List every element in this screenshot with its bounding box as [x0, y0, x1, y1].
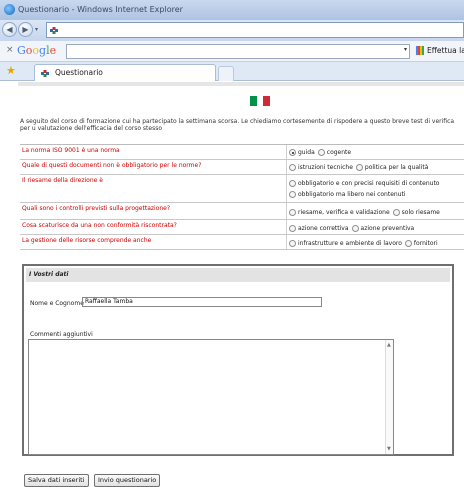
name-input[interactable]: Raffaella Tamba	[82, 297, 322, 307]
answer-options: riesame, verifica e validazione solo rie…	[286, 203, 464, 219]
radio-guida[interactable]	[289, 149, 296, 156]
search-dropdown-icon[interactable]: ▾	[404, 46, 407, 53]
option-label: infrastrutture e ambiente di lavoro	[298, 240, 402, 247]
textarea-scrollbar[interactable]: ▲ ▼	[385, 340, 393, 454]
radio-azione-preventiva[interactable]	[351, 225, 359, 232]
submit-questionnaire-button[interactable]: Invio questionario	[94, 474, 161, 487]
scroll-down-icon[interactable]: ▼	[387, 446, 391, 452]
answer-options-line: infrastrutture e ambiente di lavoro forn…	[289, 240, 438, 247]
radio-riesame-verifica-validazione[interactable]	[289, 209, 296, 216]
save-button[interactable]: Salva dati inseriti	[24, 474, 89, 487]
scroll-up-icon[interactable]: ▲	[387, 342, 391, 348]
google-toolbar: × Google ▾ Effettua la ri	[0, 41, 464, 62]
questionnaire-container: A seguito del corso di formazione cui ha…	[18, 82, 464, 487]
name-label: Nome e Cognome	[30, 300, 84, 307]
option-label: obbligatorio e con precisi requisiti di …	[298, 180, 440, 187]
answer-options: obbligatorio e con precisi requisiti di …	[286, 175, 464, 202]
user-data-panel: I Vostri dati Nome e Cognome Raffaella T…	[22, 264, 454, 456]
comments-textarea[interactable]: ▲ ▼	[28, 339, 394, 455]
translate-button[interactable]: Effettua la ri	[427, 46, 464, 55]
tab-label: Questionario	[55, 68, 103, 77]
question-text: La gestione delle risorse comprende anch…	[22, 237, 152, 244]
ie-logo-icon	[4, 4, 15, 15]
radio-istruzioni-tecniche[interactable]	[289, 164, 296, 171]
answer-options: istruzioni tecniche politica per la qual…	[286, 160, 464, 174]
address-bar[interactable]	[46, 22, 464, 38]
option-label: guida	[298, 149, 315, 156]
question-row-5: Cosa scaturisce da una non conformità ri…	[20, 220, 464, 235]
question-text: Quale di questi documenti non è obbligat…	[22, 162, 202, 169]
new-tab-button[interactable]	[218, 66, 234, 81]
forward-button[interactable]: ▶	[18, 22, 33, 37]
navigation-bar: ◀ ▶ ▾	[0, 20, 464, 41]
questions-table: La norma ISO 9001 è una norma guida coge…	[20, 144, 464, 250]
question-row-2: Quale di questi documenti non è obbligat…	[20, 160, 464, 175]
google-search-input[interactable]	[66, 44, 410, 59]
italian-flag-icon	[250, 96, 271, 106]
history-dropdown-icon[interactable]: ▾	[35, 26, 38, 33]
radio-obbligatorio-libero[interactable]	[289, 191, 296, 198]
question-text: La norma ISO 9001 è una norma	[22, 147, 120, 154]
panel-heading: I Vostri dati	[26, 268, 450, 282]
back-button[interactable]: ◀	[2, 22, 17, 37]
radio-obbligatorio-requisiti[interactable]	[289, 180, 296, 187]
radio-solo-riesame[interactable]	[392, 209, 400, 216]
answer-options: azione correttiva azione preventiva	[286, 220, 464, 234]
question-row-6: La gestione delle risorse comprende anch…	[20, 235, 464, 250]
question-row-3: Il riesame della direzione è obbligatori…	[20, 175, 464, 203]
question-text: Cosa scaturisce da una non conformità ri…	[22, 222, 177, 229]
question-text: Quali sono i controlli previsti sulla pr…	[22, 205, 171, 212]
favorites-star-icon[interactable]: ★	[6, 64, 16, 77]
comments-label: Commenti aggiuntivi	[30, 331, 93, 338]
option-label: obbligatorio ma libero nei contenuti	[298, 191, 406, 198]
question-row-1: La norma ISO 9001 è una norma guida coge…	[20, 145, 464, 160]
question-row-4: Quali sono i controlli previsti sulla pr…	[20, 203, 464, 220]
radio-fornitori[interactable]	[404, 240, 412, 247]
window-title: Questionario - Windows Internet Explorer	[18, 5, 183, 14]
radio-politica-qualita[interactable]	[355, 164, 363, 171]
radio-azione-correttiva[interactable]	[289, 225, 296, 232]
option-label: azione preventiva	[360, 225, 415, 232]
site-favicon-icon	[50, 27, 58, 34]
answer-options: guida cogente	[286, 145, 464, 159]
answer-option-line: obbligatorio e con precisi requisiti di …	[289, 180, 439, 187]
option-label: riesame, verifica e validazione	[298, 209, 390, 216]
option-label: fornitori	[413, 240, 438, 247]
option-label: istruzioni tecniche	[298, 164, 353, 171]
question-text: Il riesame della direzione è	[22, 177, 103, 184]
radio-cogente[interactable]	[317, 149, 325, 156]
intro-text: A seguito del corso di formazione cui ha…	[20, 118, 455, 133]
translate-icon[interactable]	[416, 46, 424, 55]
tab-bar: ★ Questionario	[0, 62, 464, 81]
window-titlebar: Questionario - Windows Internet Explorer	[0, 0, 464, 20]
tab-questionario[interactable]: Questionario	[34, 64, 216, 81]
answer-options: infrastrutture e ambiente di lavoro forn…	[286, 235, 464, 249]
option-label: politica per la qualità	[364, 164, 429, 171]
google-logo: Google	[17, 44, 57, 57]
answer-options-line: istruzioni tecniche politica per la qual…	[289, 164, 428, 171]
option-label: azione correttiva	[298, 225, 349, 232]
answer-options-line: azione correttiva azione preventiva	[289, 225, 414, 232]
page-content: A seguito del corso di formazione cui ha…	[0, 82, 464, 487]
close-toolbar-icon[interactable]: ×	[6, 45, 14, 55]
tab-favicon-icon	[41, 70, 49, 77]
option-label: cogente	[326, 149, 352, 156]
answer-options-line: guida cogente	[289, 149, 351, 156]
answer-options-line: riesame, verifica e validazione solo rie…	[289, 209, 440, 216]
radio-infrastrutture[interactable]	[289, 240, 296, 247]
answer-option-line: obbligatorio ma libero nei contenuti	[289, 191, 406, 198]
option-label: solo riesame	[401, 209, 440, 216]
